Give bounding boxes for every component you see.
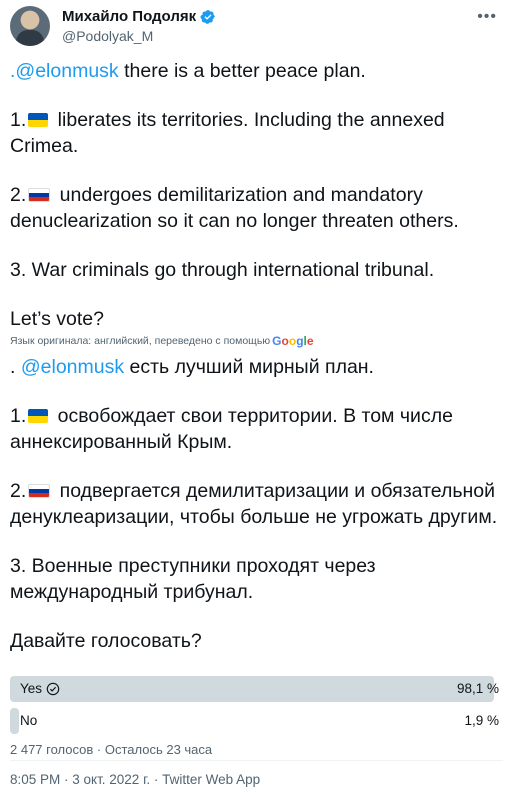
mention-link[interactable]: .@elonmusk <box>10 60 119 82</box>
translation-note: Язык оригинала: английский, переведено с… <box>10 334 503 348</box>
list-number: 1. <box>10 109 27 131</box>
tweet-header: Михайло Подоляк @Podolyak_M ••• <box>10 6 503 46</box>
poll-percent: 1,9 % <box>464 713 499 728</box>
list-number: 2. <box>10 184 27 206</box>
timestamp[interactable]: 8:05 PM · 3 окт. 2022 г. · Twitter Web A… <box>10 772 260 787</box>
poll-option-label: Yes <box>20 681 60 696</box>
handle[interactable]: @Podolyak_M <box>62 28 153 44</box>
paragraph-text: liberates its territories. Including the… <box>10 109 445 157</box>
paragraph-text: undergoes demilitarization and mandatory… <box>10 184 459 232</box>
tweet-paragraph: 1. освобождает свои территории. В том чи… <box>10 403 503 455</box>
avatar[interactable] <box>10 6 50 46</box>
paragraph-text: есть лучший мирный план. <box>124 356 374 378</box>
poll-option-text: No <box>20 713 38 728</box>
poll-meta: 2 477 голосов · Осталось 23 часа <box>10 742 213 757</box>
translated-text: . @elonmusk есть лучший мирный план. 1. … <box>10 354 503 654</box>
check-circle-icon <box>46 682 60 695</box>
poll-option-yes[interactable]: Yes 98,1 % <box>10 676 503 702</box>
tweet-paragraph: 1. liberates its territories. Including … <box>10 107 503 159</box>
tweet-paragraph: 3. Военные преступники проходят через ме… <box>10 555 376 603</box>
tweet-body: .@elonmusk there is a better peace plan.… <box>10 58 503 677</box>
poll-option-label: No <box>20 713 37 728</box>
display-name[interactable]: Михайло Подоляк <box>62 8 196 25</box>
google-logo: Google <box>272 334 314 348</box>
paragraph-text: there is a better peace plan. <box>118 60 366 82</box>
ukraine-flag-icon <box>28 113 49 127</box>
list-number: 1. <box>10 405 27 427</box>
translation-note-text: Язык оригинала: английский, переведено с… <box>10 335 271 347</box>
tweet-paragraph: . @elonmusk есть лучший мирный план. <box>10 354 503 380</box>
tweet-paragraph: Давайте голосовать? <box>10 630 202 652</box>
poll-percent: 98,1 % <box>456 681 499 696</box>
divider <box>10 760 503 761</box>
paragraph-text: подвергается демилитаризации и обязатель… <box>10 480 498 528</box>
poll-option-text: Yes <box>20 681 43 696</box>
name-row: Михайло Подоляк <box>62 8 216 25</box>
list-number: 2. <box>10 480 27 502</box>
poll-option-no[interactable]: No 1,9 % <box>10 708 503 734</box>
tweet-paragraph: 3. War criminals go through internationa… <box>10 259 435 281</box>
tweet-paragraph: 2. подвергается демилитаризации и обязат… <box>10 478 503 530</box>
paragraph-text: . <box>10 356 21 378</box>
ukraine-flag-icon <box>28 409 49 423</box>
poll-bar <box>10 676 494 702</box>
more-icon[interactable]: ••• <box>477 8 497 26</box>
russia-flag-icon <box>28 188 51 202</box>
paragraph-text: освобождает свои территории. В том числе… <box>10 405 453 453</box>
mention-link[interactable]: @elonmusk <box>21 356 124 378</box>
poll-bar <box>10 708 19 734</box>
verified-badge-icon <box>200 9 215 24</box>
poll: Yes 98,1 % No 1,9 % 2 477 голосов · Оста… <box>10 676 503 757</box>
tweet-paragraph: .@elonmusk there is a better peace plan. <box>10 58 503 84</box>
russia-flag-icon <box>28 484 51 498</box>
tweet-paragraph: 2. undergoes demilitarization and mandat… <box>10 182 503 234</box>
tweet-paragraph: Let’s vote? <box>10 308 104 330</box>
